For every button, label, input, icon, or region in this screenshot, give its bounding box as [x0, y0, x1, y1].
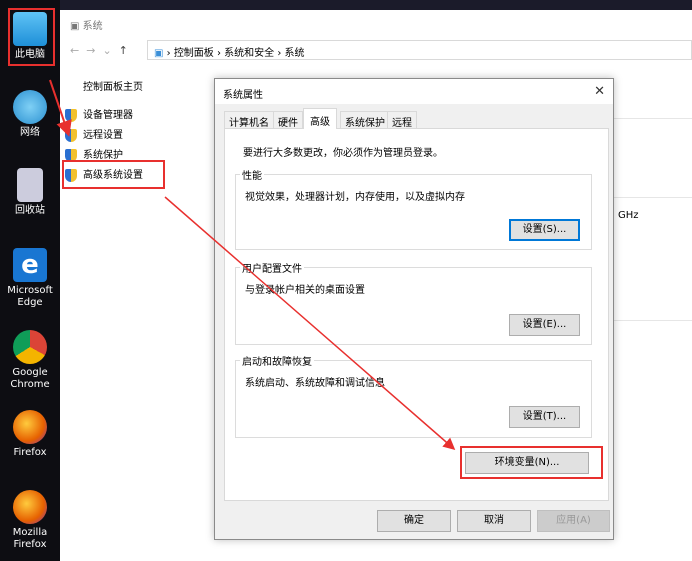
arrow-icon: [49, 79, 72, 137]
tab-advanced[interactable]: 高级: [303, 108, 337, 129]
arrow-icon: [164, 196, 456, 450]
annotation-arrows: [49, 79, 456, 450]
